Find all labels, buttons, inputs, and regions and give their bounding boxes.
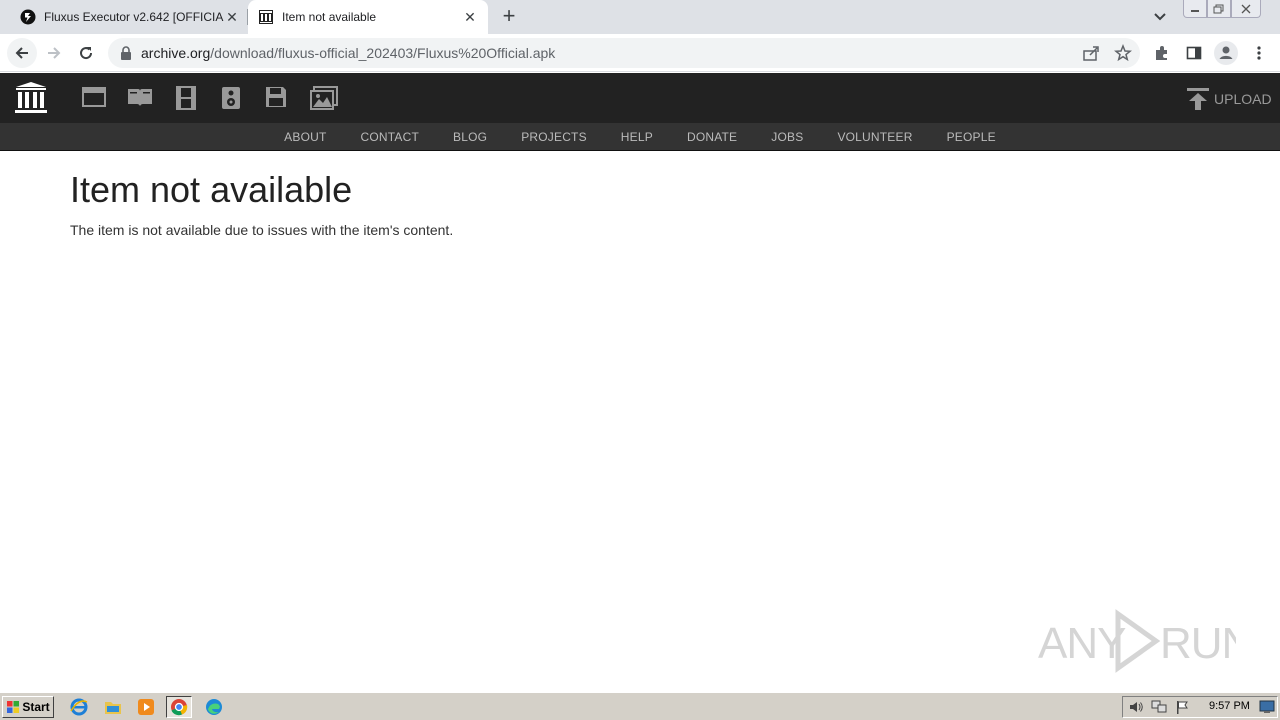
fluxus-favicon-icon [20,9,36,25]
anyrun-watermark-logo: ANY RUN [1036,606,1253,676]
archive-favicon-icon [258,9,274,25]
browser-toolbar: archive.org/download/fluxus-official_202… [0,34,1280,72]
url-host: archive.org [141,45,211,61]
lock-icon[interactable] [120,46,132,65]
web-icon[interactable] [82,86,108,110]
side-panel-icon[interactable] [1184,43,1204,63]
share-icon[interactable] [1082,44,1100,62]
url-text[interactable]: archive.org/download/fluxus-official_202… [141,45,555,61]
nav-blog[interactable]: BLOG [436,123,504,151]
new-tab-button[interactable]: + [498,5,520,28]
close-icon[interactable]: ✕ [462,9,478,25]
minimize-button[interactable] [1183,0,1207,18]
archive-top-bar: UPLOAD [0,73,1280,123]
tab-title: Fluxus Executor v2.642 [OFFICIAL] [44,10,224,24]
profile-avatar-icon[interactable] [1214,41,1238,65]
nav-contact[interactable]: CONTACT [344,123,437,151]
forward-button[interactable] [39,38,69,68]
software-icon[interactable] [265,86,291,110]
url-path: /download/fluxus-official_202403/Fluxus%… [210,45,556,61]
volume-icon[interactable] [1126,698,1146,716]
close-icon[interactable]: ✕ [224,9,240,25]
restore-button[interactable] [1207,0,1231,18]
svg-text:ANY: ANY [1038,619,1126,668]
upload-label: UPLOAD [1214,91,1272,107]
page-title: Item not available [70,169,353,210]
kebab-menu-icon[interactable] [1249,43,1269,63]
tab-item-not-available[interactable]: Item not available ✕ [248,0,488,34]
tab-fluxus[interactable]: Fluxus Executor v2.642 [OFFICIAL] ✕ [12,0,248,34]
browser-tab-strip: Fluxus Executor v2.642 [OFFICIAL] ✕ Item… [0,0,1280,34]
system-tray: 9:57 PM [1122,696,1278,718]
start-button[interactable]: Start [2,696,54,718]
reload-button[interactable] [71,38,101,68]
internet-archive-logo-icon[interactable] [14,81,48,115]
images-icon[interactable] [310,86,338,110]
upload-arrow-icon [1187,88,1209,110]
address-bar[interactable]: archive.org/download/fluxus-official_202… [108,38,1140,68]
audio-icon[interactable] [221,86,247,110]
video-icon[interactable] [175,86,201,110]
tab-title: Item not available [282,10,377,24]
edge-icon[interactable] [201,696,227,718]
windows-logo-icon [7,701,20,713]
tab-search-chevron-icon[interactable] [1150,8,1170,26]
texts-icon[interactable] [127,86,153,110]
action-center-flag-icon[interactable] [1172,698,1192,716]
archive-nav-bar: ABOUT CONTACT BLOG PROJECTS HELP DONATE … [0,123,1280,151]
nav-volunteer[interactable]: VOLUNTEER [820,123,929,151]
nav-donate[interactable]: DONATE [670,123,754,151]
media-player-icon[interactable] [133,696,159,718]
nav-projects[interactable]: PROJECTS [504,123,604,151]
taskbar-clock[interactable]: 9:57 PM [1209,700,1250,712]
nav-about[interactable]: ABOUT [267,123,343,151]
error-message: The item is not available due to issues … [70,222,454,238]
back-button[interactable] [7,38,37,68]
chrome-taskbar-icon[interactable] [166,696,192,718]
nav-people[interactable]: PEOPLE [930,123,1013,151]
extensions-puzzle-icon[interactable] [1152,43,1172,63]
start-label: Start [22,700,50,714]
window-close-button[interactable] [1231,0,1261,18]
windows-taskbar: Start 9:57 PM [0,692,1280,720]
nav-jobs[interactable]: JOBS [754,123,820,151]
show-desktop-icon[interactable] [1259,700,1275,714]
internet-explorer-icon[interactable] [66,696,92,718]
svg-text:RUN: RUN [1160,619,1236,668]
file-explorer-icon[interactable] [100,696,126,718]
nav-help[interactable]: HELP [604,123,670,151]
bookmark-star-icon[interactable] [1114,43,1132,62]
upload-button[interactable]: UPLOAD [1186,87,1272,111]
network-icon[interactable] [1149,698,1169,716]
